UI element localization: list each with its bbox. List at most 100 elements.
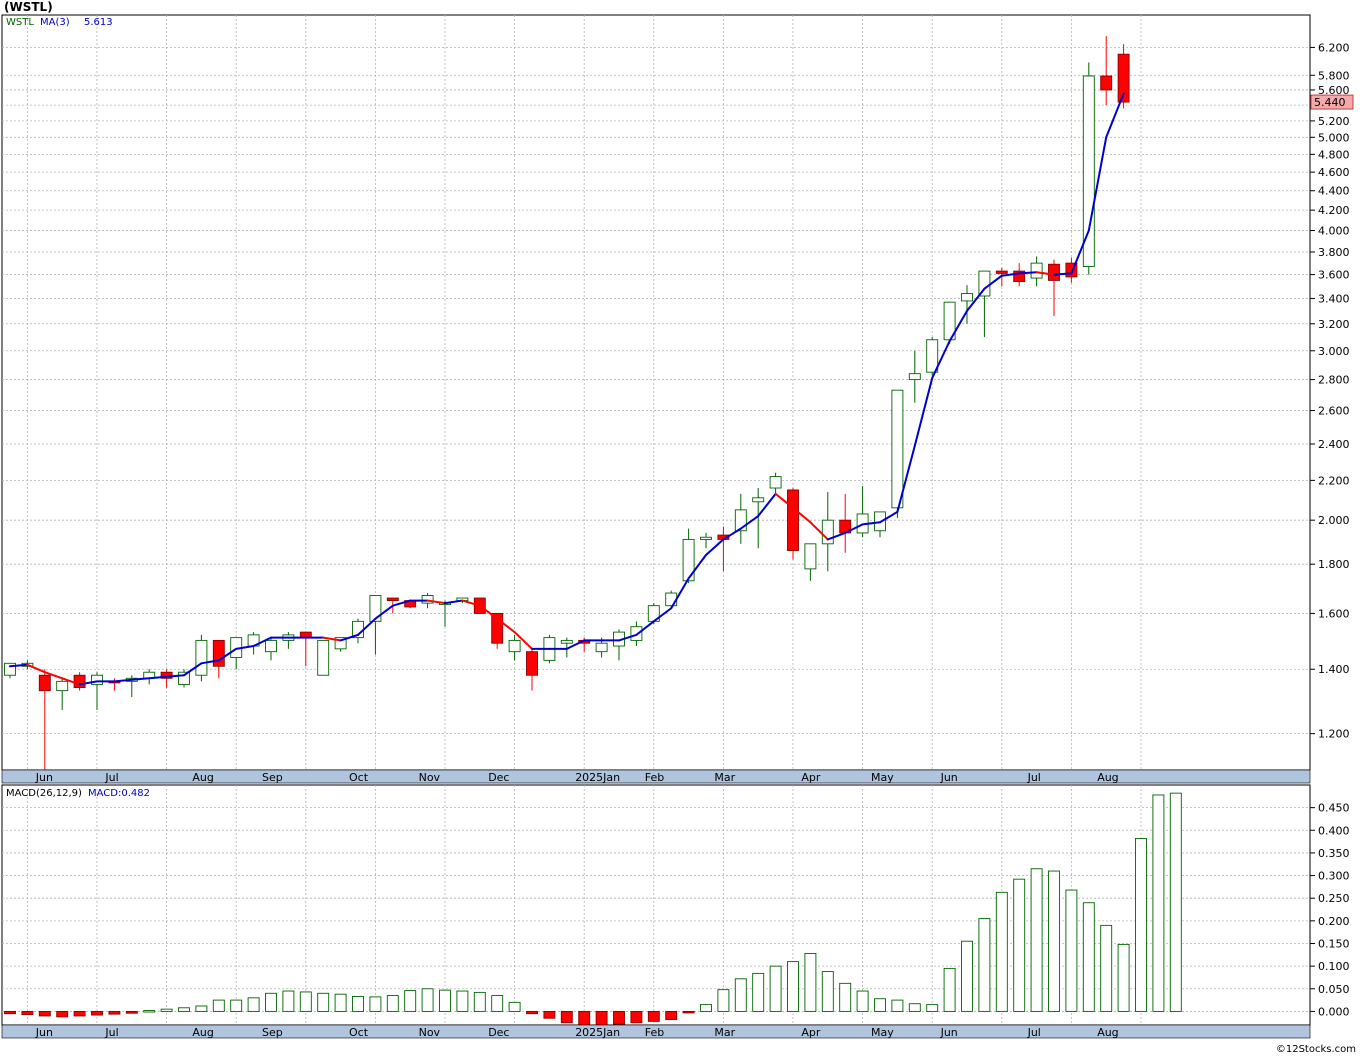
macd-bar: [125, 1010, 138, 1014]
macd-bar: [647, 1010, 660, 1022]
candle-body: [1100, 75, 1113, 91]
price-panel: 1.200 1.400 1.600 1.800 2.000 2.200 2.400 2.600…: [1, 14, 1354, 784]
price-month-label: Apr: [801, 771, 821, 784]
macd-bar: [508, 1001, 521, 1012]
candle-body: [212, 639, 225, 667]
price-y-tick-label: 1.400: [1318, 663, 1350, 676]
macd-bar: [1152, 794, 1165, 1012]
macd-bar: [108, 1010, 121, 1015]
candle-body: [595, 642, 608, 653]
macd-bar: [1013, 878, 1026, 1012]
macd-bar: [769, 965, 782, 1012]
macd-bar: [56, 1010, 69, 1018]
macd-bar: [178, 1007, 190, 1012]
macd-y-tick-label: 0.150: [1318, 937, 1350, 950]
price-y-tick-label: 5.000: [1318, 131, 1350, 144]
price-y-tick-label: 2.600: [1318, 405, 1350, 418]
price-legend-ma: MA(3): [40, 17, 70, 28]
price-y-tick-label: 5.200: [1318, 115, 1350, 128]
macd-bar: [404, 990, 417, 1012]
copyright-notice: ©12Stocks.com: [1275, 1044, 1356, 1055]
candle-body: [1048, 263, 1060, 281]
macd-bar: [578, 1010, 591, 1026]
candle-body: [560, 639, 573, 644]
macd-legend-value: MACD:0.482: [88, 788, 150, 799]
candle-body: [508, 639, 521, 653]
candle-body: [926, 339, 939, 373]
price-month-label: Jun: [940, 771, 958, 784]
macd-bar: [439, 989, 451, 1012]
macd-month-label: Jul: [1027, 1026, 1041, 1039]
price-month-label: Aug: [192, 771, 213, 784]
macd-bar: [630, 1010, 643, 1024]
price-month-label: Dec: [488, 771, 509, 784]
candle-body: [317, 639, 330, 676]
macd-bar: [978, 918, 991, 1012]
price-y-tick-label: 2.800: [1318, 374, 1350, 387]
macd-bar: [543, 1010, 556, 1019]
price-month-label: Sep: [262, 771, 283, 784]
macd-bar: [386, 995, 399, 1012]
macd-month-label: Jun: [940, 1026, 958, 1039]
macd-bar: [91, 1010, 103, 1016]
price-y-tick-label: 4.000: [1318, 225, 1350, 238]
price-y-tick-label: 3.800: [1318, 246, 1350, 259]
price-y-tick-label: 2.200: [1318, 474, 1350, 487]
macd-month-label: Jul: [104, 1026, 118, 1039]
macd-bar: [265, 992, 277, 1012]
price-month-label: Jul: [1027, 771, 1041, 784]
macd-bar: [73, 1010, 86, 1017]
price-y-tick-label: 2.000: [1318, 514, 1350, 527]
price-month-label: 2025Jan: [575, 771, 620, 784]
macd-y-tick-label: 0.400: [1318, 824, 1350, 837]
macd-bar: [700, 1004, 712, 1012]
candle-body: [769, 476, 782, 489]
price-y-tick-label: 1.600: [1318, 607, 1350, 620]
price-y-tick-label: 3.600: [1318, 269, 1350, 282]
price-month-label: Nov: [419, 771, 441, 784]
candle-body: [56, 680, 69, 692]
macd-bar: [560, 1010, 573, 1024]
macd-y-tick-label: 0.050: [1318, 983, 1350, 996]
macd-panel: 0.000 0.050 0.100 0.150 0.200 0.250 0.300 0.350…: [1, 784, 1350, 1039]
price-y-tick-label: 4.400: [1318, 185, 1350, 198]
stock-chart: 1.200 1.400 1.600 1.800 2.000 2.200 2.400 2.600…: [1, 14, 1354, 1039]
macd-bar: [369, 996, 382, 1012]
macd-bar: [4, 1010, 16, 1015]
macd-bar: [1082, 902, 1095, 1012]
price-month-label: Jun: [35, 771, 53, 784]
macd-bar: [1169, 792, 1182, 1012]
price-y-tick-label: 4.600: [1318, 166, 1350, 179]
macd-bar: [1065, 889, 1078, 1012]
macd-bar: [908, 1003, 921, 1012]
macd-month-label: Dec: [488, 1026, 509, 1039]
macd-month-label: Feb: [645, 1026, 664, 1039]
macd-month-label: Aug: [1097, 1026, 1118, 1039]
macd-bar: [38, 1010, 51, 1017]
macd-bar: [526, 1010, 538, 1015]
price-month-label: Aug: [1097, 771, 1118, 784]
macd-bar: [247, 997, 260, 1012]
macd-bar: [282, 990, 295, 1012]
macd-bar: [665, 1010, 678, 1021]
macd-y-tick-label: 0.100: [1318, 960, 1350, 973]
ma-line-segment: [1018, 271, 1038, 275]
macd-bar: [456, 990, 469, 1012]
candle-body: [700, 536, 712, 540]
macd-bar: [491, 995, 504, 1012]
candle-body: [386, 597, 399, 602]
macd-bar: [421, 988, 434, 1012]
macd-bar: [874, 998, 886, 1012]
last-price-label: 5.440: [1314, 96, 1346, 109]
macd-bar: [682, 1010, 695, 1014]
macd-bar: [1100, 924, 1113, 1012]
price-y-tick-label: 5.800: [1318, 69, 1350, 82]
candle-body: [526, 651, 538, 676]
candle-body: [38, 674, 51, 692]
price-month-label: Mar: [714, 771, 735, 784]
price-y-tick-label: 3.200: [1318, 318, 1350, 331]
macd-legend-label: MACD(26,12,9): [6, 788, 82, 799]
macd-bar: [1135, 837, 1147, 1012]
macd-bar: [195, 1005, 208, 1012]
price-legend-ma-value: 5.613: [84, 17, 113, 28]
